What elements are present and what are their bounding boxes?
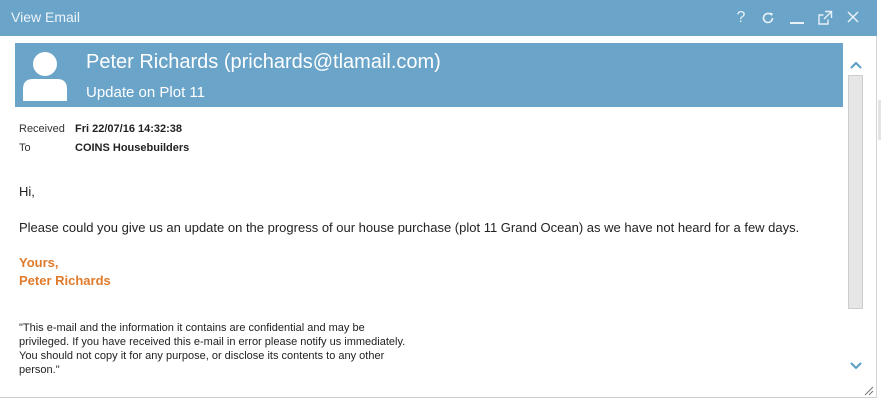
to-value: COINS Housebuilders: [75, 142, 190, 154]
resize-grip-icon[interactable]: [862, 383, 874, 396]
email-greeting: Hi,: [19, 184, 35, 199]
minimize-icon[interactable]: [787, 8, 807, 28]
avatar-icon: [22, 49, 68, 101]
help-icon[interactable]: ?: [731, 8, 751, 28]
background-edge-mark: [878, 100, 881, 140]
window-title: View Email: [11, 9, 80, 25]
scroll-up-icon[interactable]: [848, 57, 864, 73]
popout-icon[interactable]: [815, 8, 835, 28]
email-signature: Peter Richards: [19, 273, 111, 288]
vertical-scrollbar[interactable]: [846, 43, 866, 383]
to-label: To: [19, 142, 31, 154]
scroll-thumb[interactable]: [848, 75, 863, 309]
title-bar[interactable]: View Email ?: [0, 0, 877, 36]
close-icon[interactable]: [843, 8, 863, 28]
received-value: Fri 22/07/16 14:32:38: [75, 123, 183, 135]
scroll-down-icon[interactable]: [848, 358, 864, 374]
view-email-window: View Email ? Peter Richards (prichards@t…: [0, 0, 877, 398]
sender-name: Peter Richards (prichards@tlamail.com): [86, 51, 441, 73]
email-disclaimer: "This e-mail and the information it cont…: [19, 322, 406, 376]
help-glyph: ?: [736, 9, 746, 26]
email-header: Peter Richards (prichards@tlamail.com) U…: [15, 43, 843, 107]
background-edge: [877, 0, 883, 402]
email-message: Please could you give us an update on th…: [19, 220, 800, 235]
email-signoff: Yours,: [19, 255, 59, 270]
email-subject: Update on Plot 11: [86, 84, 205, 101]
refresh-icon[interactable]: [758, 8, 778, 28]
received-label: Received: [19, 123, 65, 135]
